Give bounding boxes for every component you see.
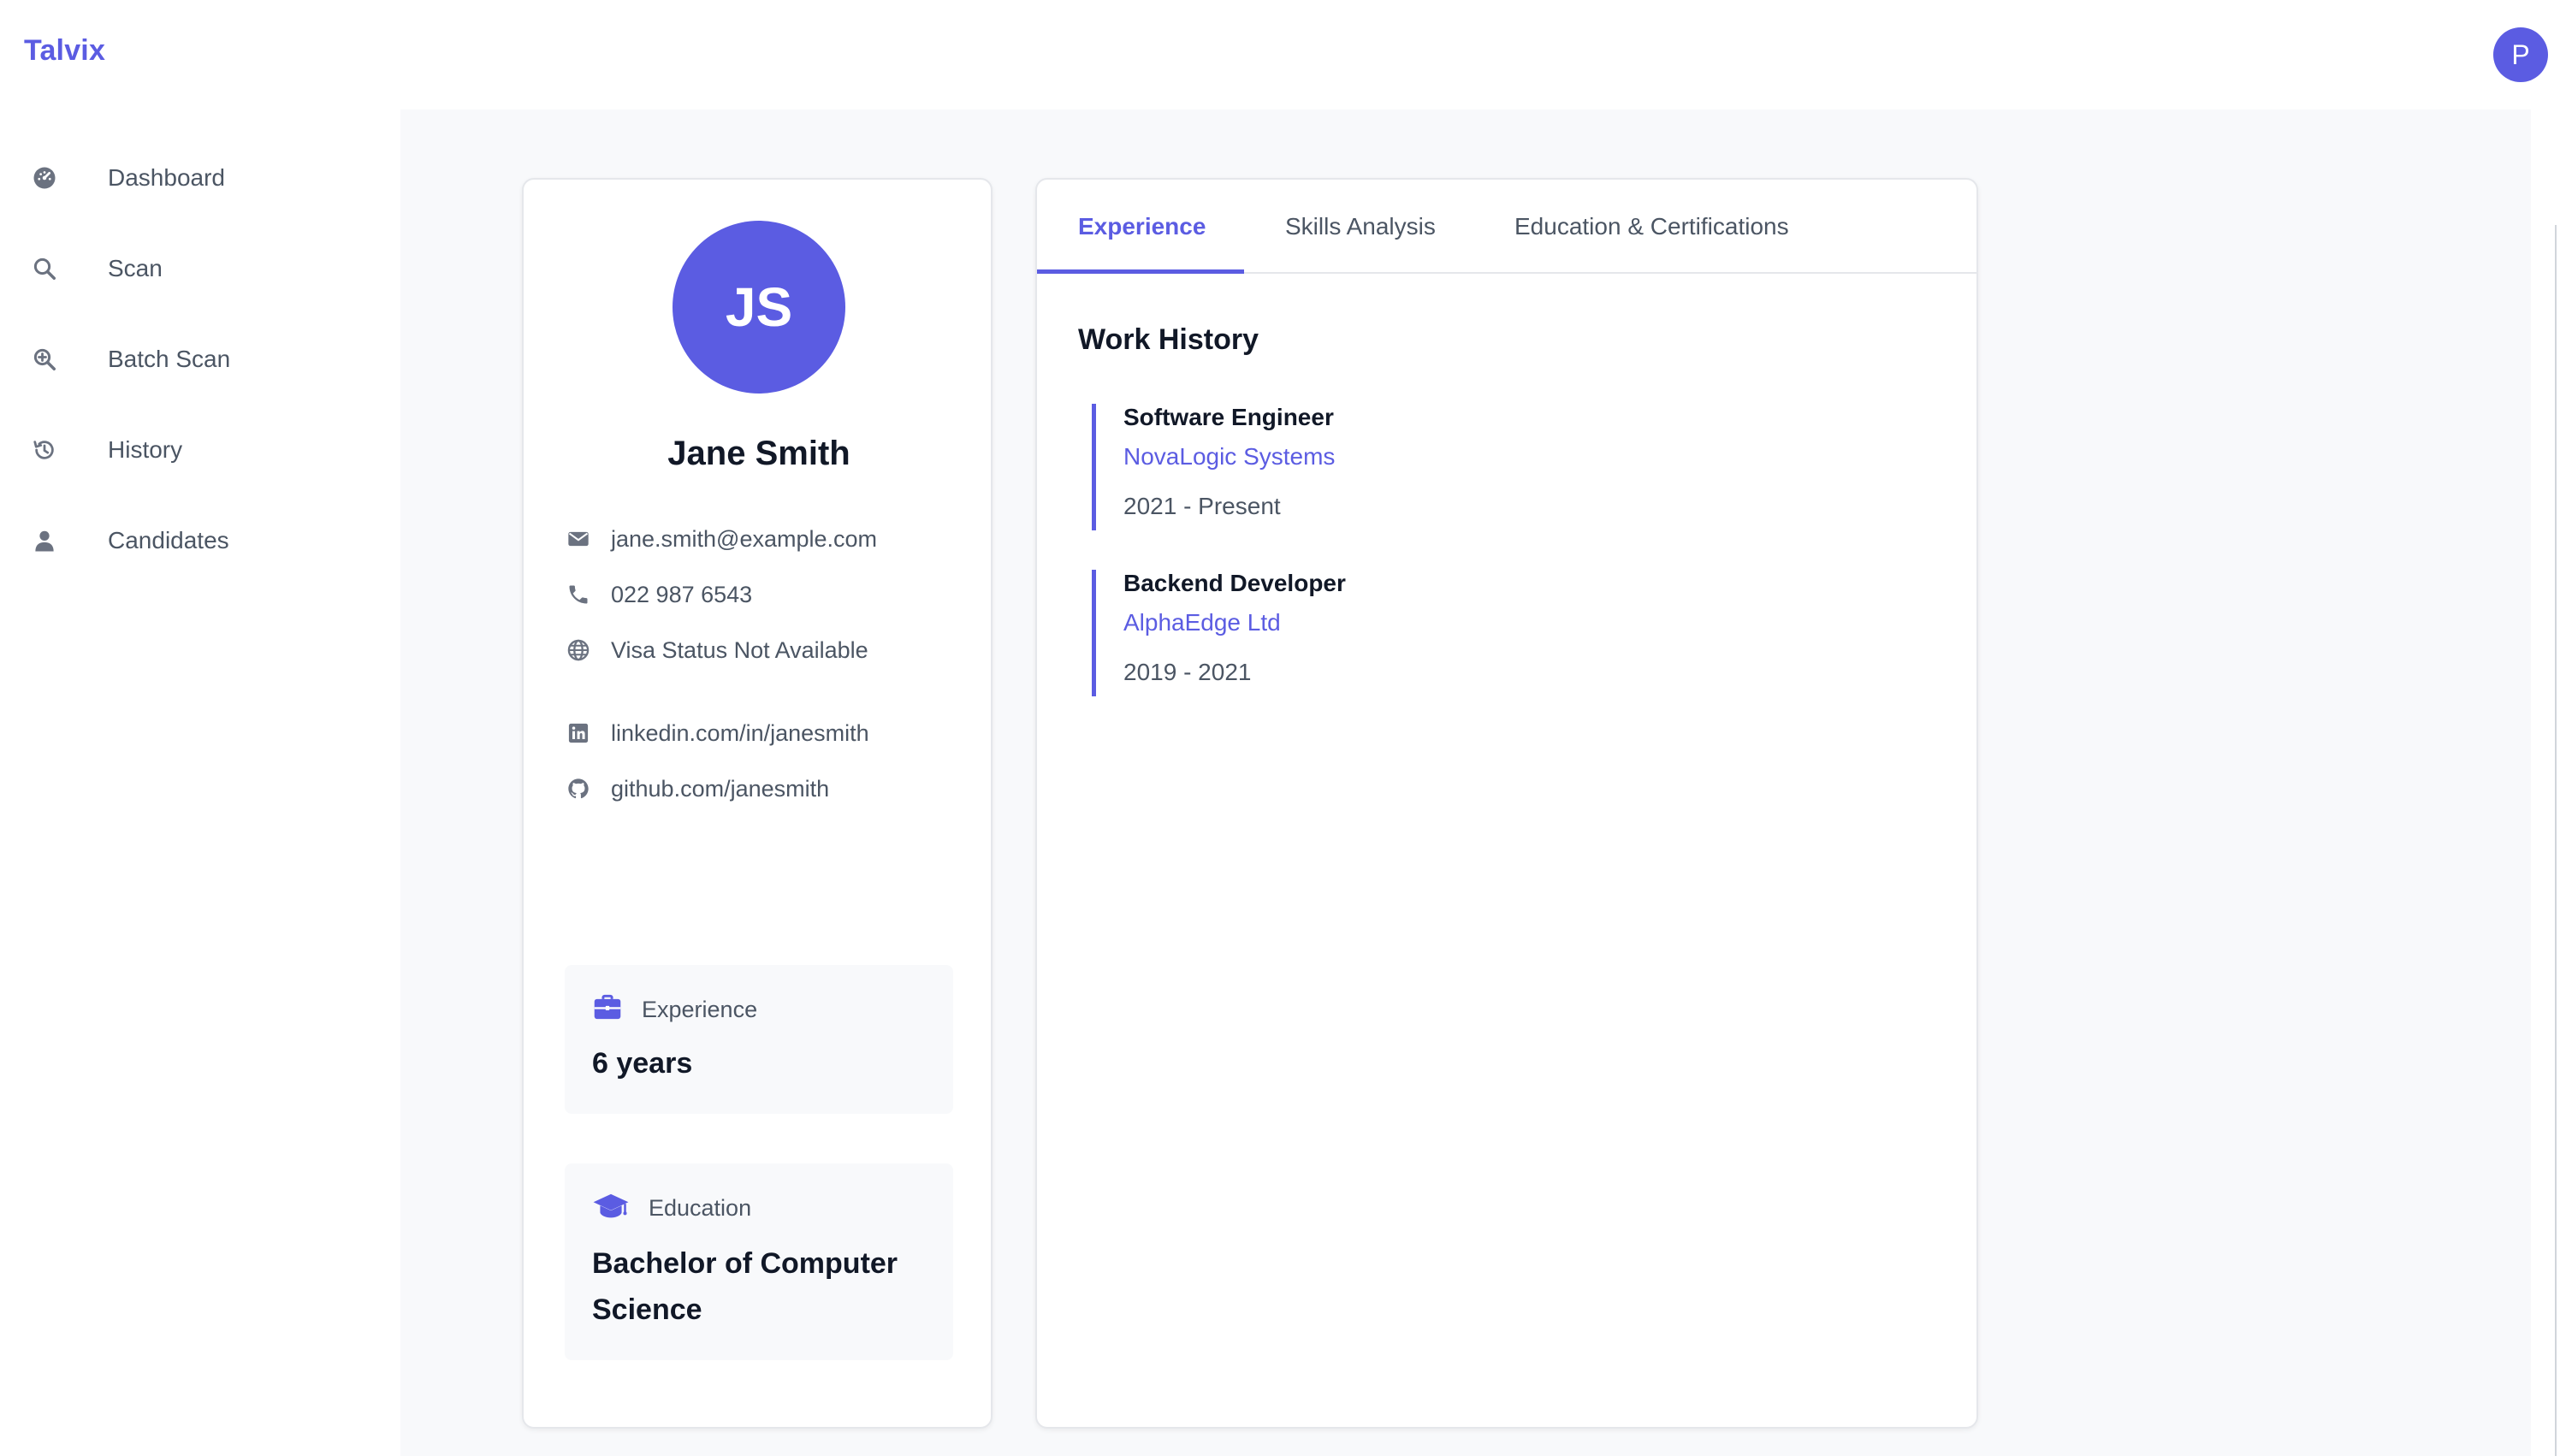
work-history-item: Software Engineer NovaLogic Systems 2021… (1092, 404, 1862, 530)
work-history-item: Backend Developer AlphaEdge Ltd 2019 - 2… (1092, 570, 1862, 696)
job-dates: 2019 - 2021 (1123, 659, 1252, 685)
top-bar: Talvix P (0, 0, 2560, 109)
phone-text: 022 987 6543 (611, 581, 753, 607)
mail-icon (565, 525, 592, 553)
candidate-detail-card: Experience Skills Analysis Education & C… (1035, 178, 1978, 1429)
sidebar-item-candidates[interactable]: Candidates (0, 506, 400, 575)
github-link[interactable]: github.com/janesmith (611, 776, 829, 802)
sidebar: Dashboard Scan Batch Scan History Candid… (0, 109, 400, 1456)
sidebar-item-label: Candidates (108, 527, 229, 553)
graduation-cap-icon (592, 1193, 630, 1224)
sidebar-item-dashboard[interactable]: Dashboard (0, 144, 400, 212)
job-role: Software Engineer (1123, 404, 1334, 430)
person-icon (29, 525, 60, 556)
contact-email: jane.smith@example.com (565, 522, 877, 556)
github-icon (565, 775, 592, 802)
scrollbar[interactable] (2531, 109, 2560, 1456)
brand-logo[interactable]: Talvix (24, 34, 105, 68)
education-summary-header: Education (592, 1193, 751, 1224)
experience-summary-header: Experience (592, 994, 757, 1026)
tab-education-certifications[interactable]: Education & Certifications (1514, 180, 1789, 274)
education-summary-value-line1: Bachelor of Computer (592, 1247, 898, 1280)
zoom-in-icon (29, 344, 60, 375)
sidebar-item-label: Dashboard (108, 164, 225, 191)
tab-experience[interactable]: Experience (1078, 180, 1206, 274)
active-tab-indicator (1037, 269, 1244, 274)
sidebar-item-label: Batch Scan (108, 346, 231, 372)
job-dates: 2021 - Present (1123, 493, 1281, 519)
contact-phone: 022 987 6543 (565, 577, 752, 612)
email-text: jane.smith@example.com (611, 525, 878, 552)
job-company: AlphaEdge Ltd (1123, 609, 1281, 636)
search-icon (29, 253, 60, 284)
education-summary: Education Bachelor of Computer Science (565, 1163, 953, 1360)
experience-summary-value: 6 years (592, 1047, 693, 1080)
tab-skills-analysis[interactable]: Skills Analysis (1285, 180, 1436, 274)
sidebar-item-batch-scan[interactable]: Batch Scan (0, 325, 400, 394)
contact-github[interactable]: github.com/janesmith (565, 772, 829, 806)
contact-visa: Visa Status Not Available (565, 633, 868, 667)
job-company: NovaLogic Systems (1123, 443, 1336, 470)
contact-linkedin[interactable]: linkedin.com/in/janesmith (565, 716, 869, 750)
candidate-name: Jane Smith (667, 435, 850, 472)
dashboard-icon (29, 163, 60, 193)
user-avatar[interactable]: P (2493, 27, 2548, 82)
globe-icon (565, 636, 592, 664)
candidate-avatar: JS (673, 221, 845, 394)
candidate-profile-card: JS Jane Smith jane.smith@example.com 022… (522, 178, 993, 1429)
linkedin-icon (565, 719, 592, 747)
visa-status-text: Visa Status Not Available (611, 636, 868, 663)
education-summary-value-line2: Science (592, 1293, 702, 1326)
linkedin-link[interactable]: linkedin.com/in/janesmith (611, 720, 869, 747)
work-history-title: Work History (1078, 323, 1259, 356)
tab-bar: Experience Skills Analysis Education & C… (1037, 180, 1976, 274)
briefcase-icon (592, 994, 623, 1026)
sidebar-item-history[interactable]: History (0, 416, 400, 484)
experience-summary: Experience 6 years (565, 965, 953, 1114)
education-summary-label: Education (649, 1195, 752, 1221)
sidebar-item-scan[interactable]: Scan (0, 234, 400, 303)
experience-summary-label: Experience (642, 997, 758, 1022)
sidebar-item-label: Scan (108, 255, 163, 281)
history-icon (29, 435, 60, 465)
job-role: Backend Developer (1123, 570, 1346, 596)
sidebar-item-label: History (108, 436, 183, 463)
phone-icon (565, 581, 592, 608)
